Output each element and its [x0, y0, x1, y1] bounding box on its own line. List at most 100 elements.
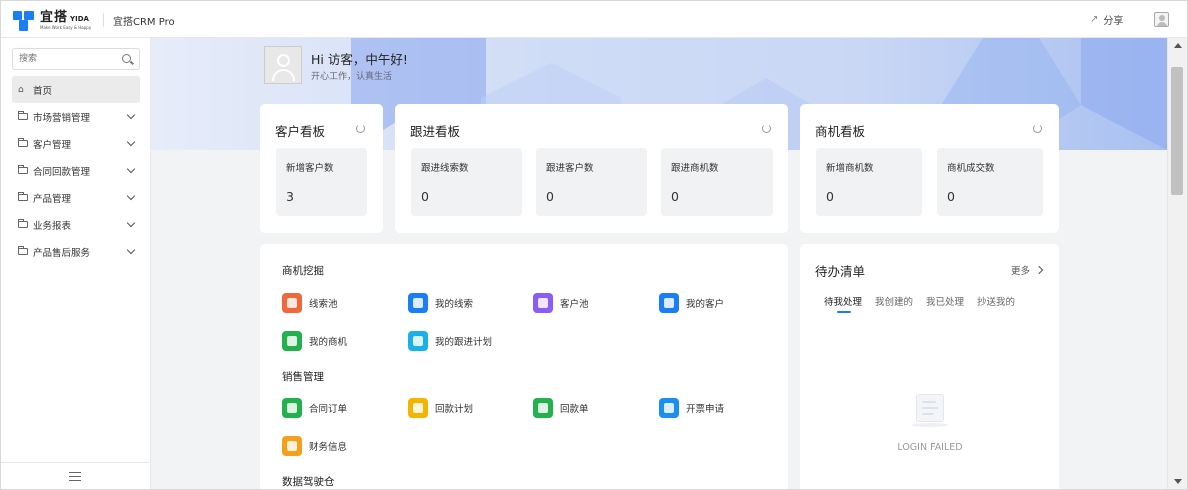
sidebar-item-label: 产品售后服务	[33, 247, 91, 259]
empty-state-icon	[910, 392, 950, 428]
chevron-down-icon	[126, 164, 136, 174]
stat-tile-followed-leads[interactable]: 跟进线索数 0	[411, 148, 522, 216]
my-customers-icon	[659, 293, 679, 313]
payment-receipt-icon	[533, 398, 553, 418]
refresh-icon[interactable]	[1033, 124, 1042, 133]
user-avatar[interactable]	[1154, 12, 1169, 27]
scroll-thumb[interactable]	[1171, 67, 1183, 195]
tab-processed[interactable]: 我已处理	[926, 294, 964, 308]
apps-panel: 商机挖掘 线索池 我的线索 客户池 我的客户 我的商机 我的跟进计划 销售管理 …	[260, 244, 788, 489]
board-title: 客户看板	[275, 124, 326, 139]
stat-value: 3	[286, 189, 294, 204]
vertical-scrollbar[interactable]	[1167, 38, 1187, 489]
greeting-subtitle: 开心工作，认真生活	[311, 72, 393, 82]
board-title: 商机看板	[815, 124, 866, 139]
app-invoice-request[interactable]: 开票申请	[659, 398, 724, 418]
logo-badge: YIDA	[70, 14, 89, 23]
app-label: 客户池	[560, 299, 589, 310]
stat-value: 0	[826, 189, 834, 204]
section-title-data-cockpit: 数据驾驶仓	[282, 476, 335, 488]
chevron-down-icon	[126, 218, 136, 228]
chevron-right-icon	[1034, 265, 1044, 275]
sidebar-item-label: 业务报表	[33, 220, 72, 232]
followup-plan-icon	[408, 331, 428, 351]
stat-tile-closed-opportunities[interactable]: 商机成交数 0	[937, 148, 1043, 216]
scroll-down-icon[interactable]	[1174, 479, 1182, 484]
app-label: 线索池	[309, 299, 338, 310]
sidebar-item-contracts[interactable]: 合同回款管理	[12, 157, 140, 184]
app-finance-info[interactable]: 财务信息	[282, 436, 347, 456]
header-divider	[103, 13, 104, 27]
tab-cc[interactable]: 抄送我的	[977, 294, 1015, 308]
share-button[interactable]: ↗ 分享	[1090, 12, 1123, 27]
search-icon[interactable]	[122, 54, 131, 63]
app-window: 宜搭 YIDA Make Work Easy & Happy 宜搭CRM Pro …	[0, 0, 1188, 490]
app-my-leads[interactable]: 我的线索	[408, 293, 473, 313]
stat-label: 跟进线索数	[421, 163, 469, 174]
sidebar-item-customers[interactable]: 客户管理	[12, 130, 140, 157]
sidebar-item-home[interactable]: ⌂ 首页	[12, 76, 140, 103]
share-icon: ↗	[1090, 14, 1099, 25]
chevron-down-icon	[126, 110, 136, 120]
app-label: 我的商机	[309, 337, 348, 348]
contract-order-icon	[282, 398, 302, 418]
search-input[interactable]	[13, 49, 118, 69]
chevron-down-icon	[126, 137, 136, 147]
logo-mark-icon	[13, 9, 35, 31]
app-payment-receipt[interactable]: 回款单	[533, 398, 589, 418]
customer-board: 客户看板 新增客户数 3	[260, 104, 383, 233]
app-my-customers[interactable]: 我的客户	[659, 293, 724, 313]
app-label: 我的跟进计划	[435, 337, 493, 348]
app-label: 开票申请	[686, 404, 725, 415]
app-lead-pool[interactable]: 线索池	[282, 293, 338, 313]
sidebar-collapse-button[interactable]	[1, 462, 150, 489]
stat-value: 0	[546, 189, 554, 204]
sidebar-item-marketing[interactable]: 市场营销管理	[12, 103, 140, 130]
share-label: 分享	[1103, 16, 1124, 27]
scroll-up-icon[interactable]	[1174, 43, 1182, 48]
folder-icon	[18, 165, 28, 174]
stat-value: 0	[421, 189, 429, 204]
stat-tile-followed-customers[interactable]: 跟进客户数 0	[536, 148, 647, 216]
stat-value: 0	[947, 189, 955, 204]
stat-value: 0	[671, 189, 679, 204]
refresh-icon[interactable]	[762, 124, 771, 133]
sidebar-item-reports[interactable]: 业务报表	[12, 211, 140, 238]
app-label: 回款计划	[435, 404, 474, 415]
tab-pending[interactable]: 待我处理	[824, 294, 862, 313]
folder-icon	[18, 111, 28, 120]
todo-tabs: 待我处理 我创建的 我已处理 抄送我的	[824, 294, 1028, 313]
opportunity-board: 商机看板 新增商机数 0 商机成交数 0	[800, 104, 1059, 233]
app-my-followup-plan[interactable]: 我的跟进计划	[408, 331, 492, 351]
sidebar-item-products[interactable]: 产品管理	[12, 184, 140, 211]
sidebar-item-after-sales[interactable]: 产品售后服务	[12, 238, 140, 265]
app-customer-pool[interactable]: 客户池	[533, 293, 589, 313]
app-contract-orders[interactable]: 合同订单	[282, 398, 347, 418]
todo-title: 待办清单	[815, 264, 866, 279]
sidebar-item-label: 市场营销管理	[33, 112, 91, 124]
lead-pool-icon	[282, 293, 302, 313]
refresh-icon[interactable]	[356, 124, 365, 133]
finance-icon	[282, 436, 302, 456]
section-title-sales-management: 销售管理	[282, 371, 324, 383]
main-content: Hi 访客，中午好! 开心工作，认真生活 客户看板 新增客户数 3 跟进看板 跟…	[151, 38, 1167, 489]
stat-tile-followed-opportunities[interactable]: 跟进商机数 0	[661, 148, 773, 216]
yida-logo[interactable]: 宜搭 YIDA Make Work Easy & Happy	[13, 8, 91, 32]
board-title: 跟进看板	[410, 124, 461, 139]
chevron-down-icon	[126, 191, 136, 201]
app-label: 我的线索	[435, 299, 474, 310]
empty-state-text: LOGIN FAILED	[897, 442, 963, 453]
greeting-title: Hi 访客，中午好!	[311, 52, 408, 67]
sidebar-item-label: 客户管理	[33, 139, 72, 151]
app-label: 回款单	[560, 404, 589, 415]
more-link[interactable]: 更多	[1011, 263, 1044, 277]
visitor-avatar	[264, 46, 302, 84]
app-my-opportunities[interactable]: 我的商机	[282, 331, 347, 351]
section-title-opportunity-mining: 商机挖掘	[282, 265, 324, 277]
folder-icon	[18, 138, 28, 147]
stat-tile-new-opportunities[interactable]: 新增商机数 0	[816, 148, 922, 216]
tab-created[interactable]: 我创建的	[875, 294, 913, 308]
stat-tile-new-customers[interactable]: 新增客户数 3	[276, 148, 367, 216]
sidebar: ⌂ 首页 市场营销管理 客户管理 合同回款管理 产品管理	[1, 38, 151, 489]
app-payment-plan[interactable]: 回款计划	[408, 398, 473, 418]
